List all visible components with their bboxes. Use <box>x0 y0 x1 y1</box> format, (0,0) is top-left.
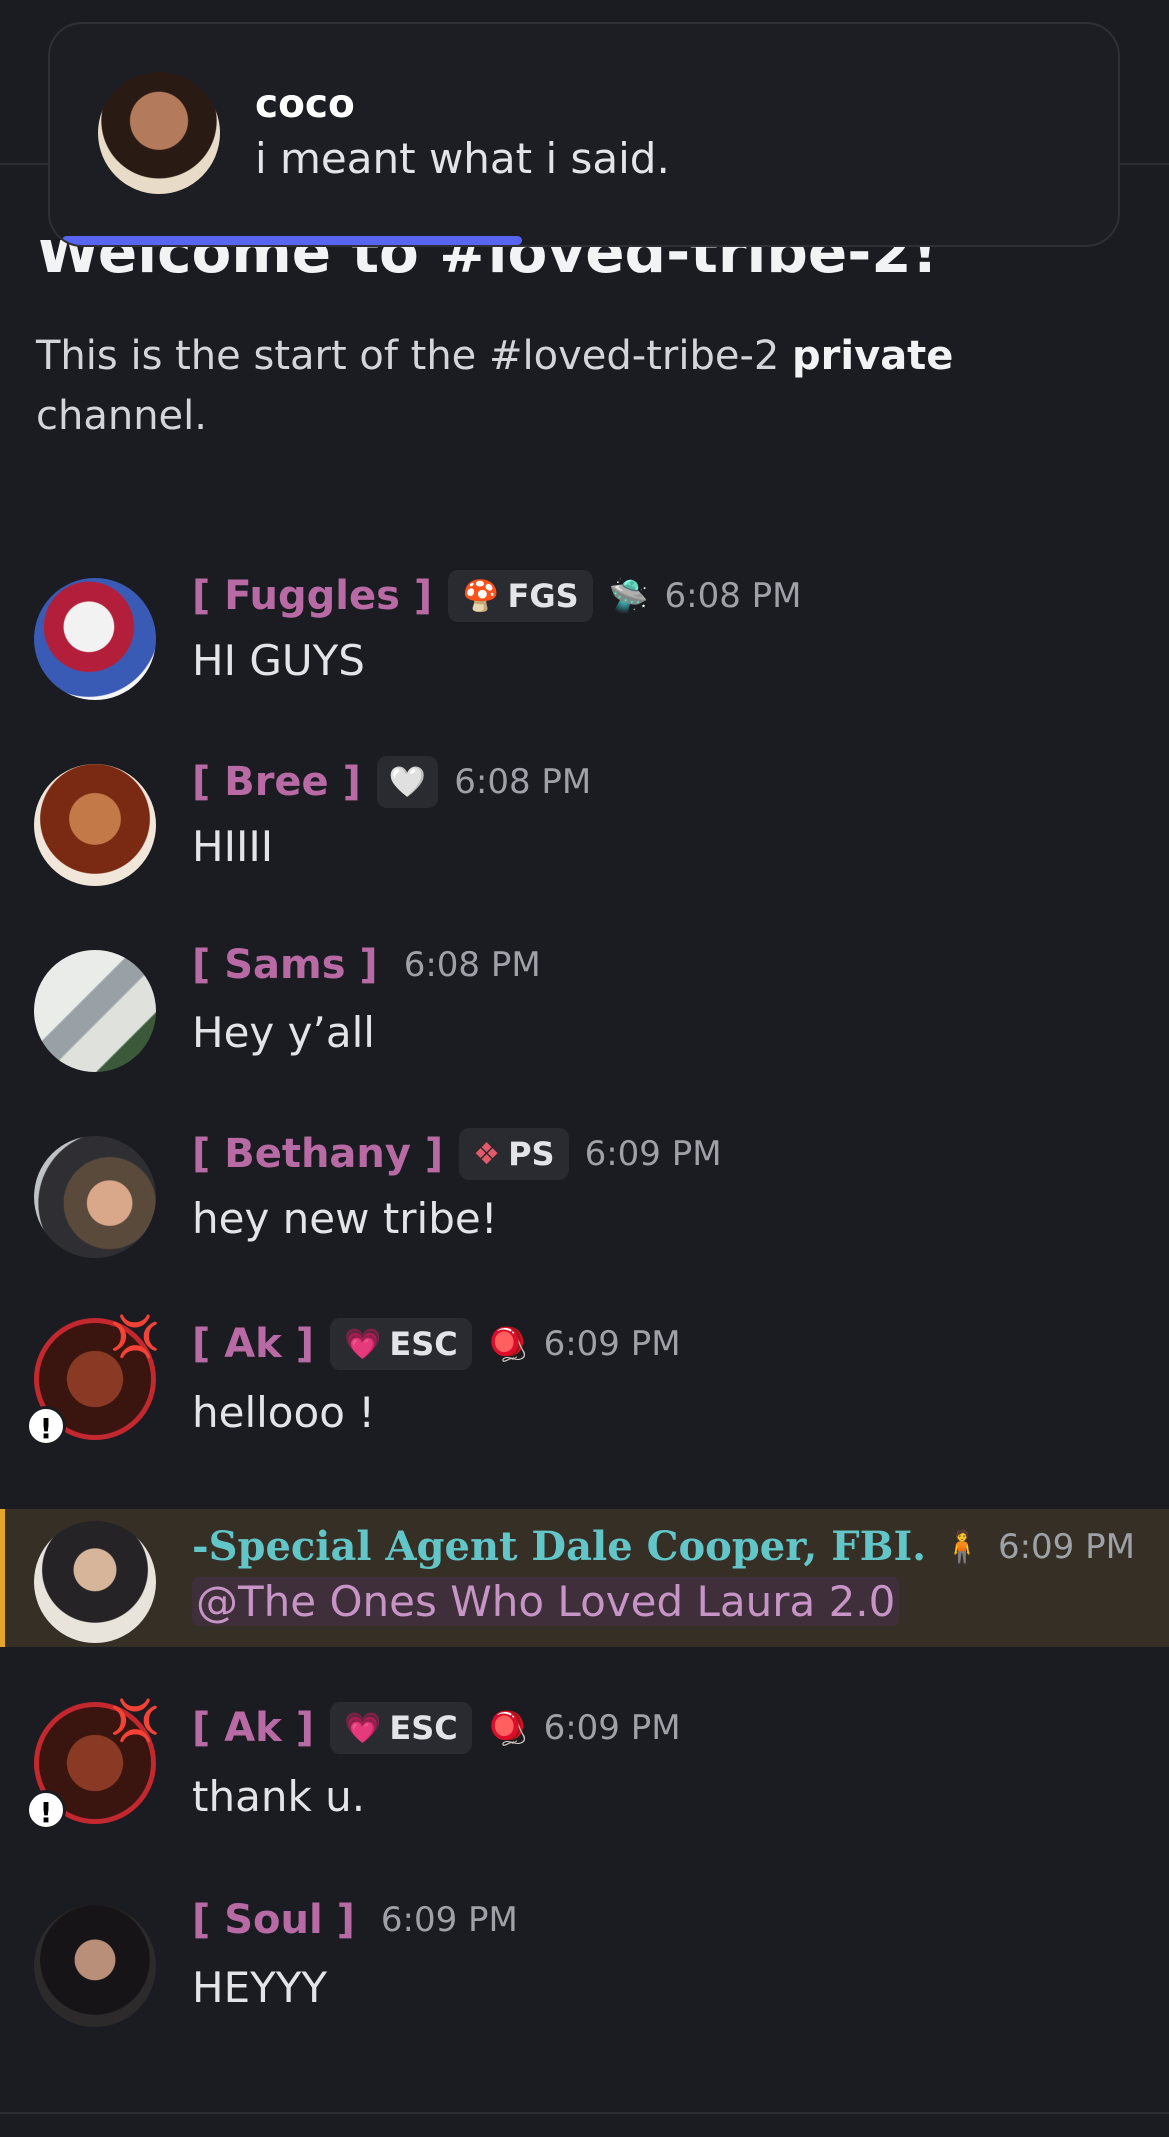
timestamp: 6:09 PM <box>380 1900 518 1940</box>
avatar[interactable] <box>34 1905 156 2027</box>
author-name[interactable]: [ Ak ] <box>192 1705 314 1751</box>
toast-message-text: i meant what i said. <box>255 134 670 183</box>
author-name[interactable]: [ Soul ] <box>192 1897 355 1943</box>
heart-icon: 🤍 <box>388 764 427 800</box>
timestamp: 6:09 PM <box>543 1324 681 1364</box>
guild-tag[interactable]: ❖ PS <box>459 1128 569 1180</box>
anger-icon: 💢 <box>110 1314 160 1360</box>
badge-icon: 🛸 <box>608 577 649 615</box>
timestamp: 6:08 PM <box>454 762 592 802</box>
avatar <box>98 72 220 194</box>
anger-icon: 💢 <box>110 1698 160 1744</box>
message[interactable]: 💢 ! [ Ak ] 💗 ESC 🪀 6:09 PM thank u. <box>0 1698 1169 1862</box>
author-name[interactable]: [ Bethany ] <box>192 1131 443 1177</box>
channel-welcome-description: This is the start of the #loved-tribe-2 … <box>36 333 954 439</box>
avatar[interactable] <box>34 1136 156 1258</box>
timestamp: 6:08 PM <box>664 576 802 616</box>
message-text: hellooo ! <box>192 1388 376 1437</box>
diamond-icon: ❖ <box>473 1136 501 1172</box>
toast-sender-name: coco <box>255 82 355 127</box>
guild-tag[interactable]: 🍄 FGS <box>448 570 593 622</box>
composer-divider <box>0 2112 1169 2114</box>
message[interactable]: [ Soul ] 6:09 PM HEYYY <box>0 1897 1169 2057</box>
author-name[interactable]: [ Fuggles ] <box>192 573 432 619</box>
mushroom-icon: 🍄 <box>462 578 500 614</box>
timestamp: 6:09 PM <box>997 1526 1135 1567</box>
message[interactable]: [ Bree ] 🤍 6:08 PM HIIII <box>0 756 1169 916</box>
author-name[interactable]: [ Ak ] <box>192 1321 314 1367</box>
author-name[interactable]: [ Sams ] <box>192 942 378 988</box>
message-text: HI GUYS <box>192 636 365 685</box>
author-name[interactable]: [ Bree ] <box>192 759 361 805</box>
timestamp: 6:08 PM <box>403 945 541 985</box>
badge-icon: 🪀 <box>487 1325 528 1363</box>
timestamp: 6:09 PM <box>543 1708 681 1748</box>
message[interactable]: [ Fuggles ] 🍄 FGS 🛸 6:08 PM HI GUYS <box>0 570 1169 730</box>
role-mention[interactable]: @The Ones Who Loved Laura 2.0 <box>192 1577 900 1626</box>
guild-tag[interactable]: 🤍 <box>376 756 439 808</box>
message-highlighted[interactable]: -Special Agent Dale Cooper, FBI. 🧍 6:09 … <box>0 1509 1169 1647</box>
avatar[interactable] <box>34 764 156 886</box>
avatar[interactable] <box>34 1521 156 1643</box>
alert-icon: ! <box>26 1790 66 1830</box>
message-text: HEYYY <box>192 1963 328 2012</box>
message[interactable]: 💢 ! [ Ak ] 💗 ESC 🪀 6:09 PM hellooo ! <box>0 1314 1169 1478</box>
timestamp: 6:09 PM <box>584 1134 722 1174</box>
heart-icon: 💗 <box>343 1710 382 1746</box>
notification-toast[interactable]: coco i meant what i said. <box>48 22 1120 247</box>
alert-icon: ! <box>26 1406 66 1446</box>
message-text: thank u. <box>192 1772 366 1821</box>
message-text: HIIII <box>192 822 274 871</box>
author-name[interactable]: -Special Agent Dale Cooper, FBI. <box>192 1523 926 1570</box>
guild-tag[interactable]: 💗 ESC <box>329 1318 472 1370</box>
avatar[interactable] <box>34 950 156 1072</box>
heart-icon: 💗 <box>343 1326 382 1362</box>
guild-tag[interactable]: 💗 ESC <box>329 1702 472 1754</box>
avatar[interactable] <box>34 578 156 700</box>
badge-icon: 🧍 <box>942 1527 982 1566</box>
badge-icon: 🪀 <box>487 1709 528 1747</box>
message-text: Hey y’all <box>192 1008 375 1057</box>
message[interactable]: [ Sams ] 6:08 PM Hey y’all <box>0 942 1169 1102</box>
toast-progress-bar <box>62 236 522 245</box>
message[interactable]: [ Bethany ] ❖ PS 6:09 PM hey new tribe! <box>0 1128 1169 1288</box>
message-text: hey new tribe! <box>192 1194 498 1243</box>
